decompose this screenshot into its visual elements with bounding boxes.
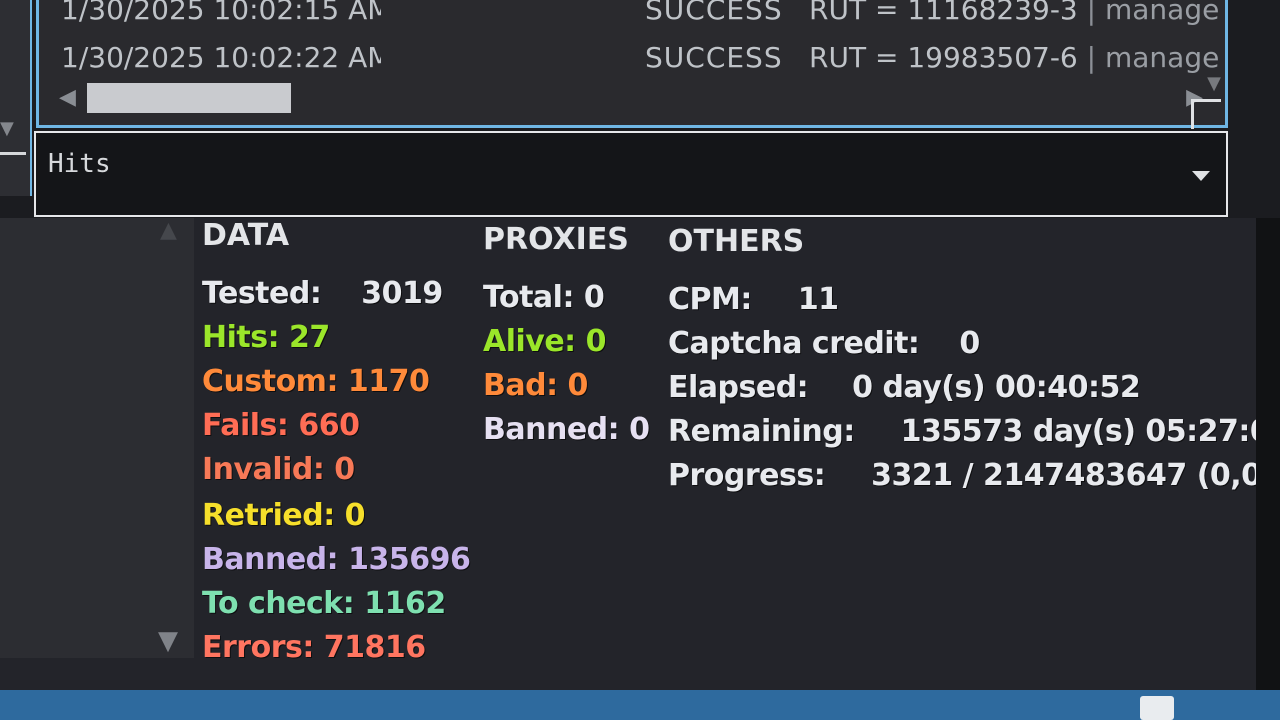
log-status: SUCCESS [645,41,783,74]
log-data-value: RUT = 11168239-3 [809,0,1078,26]
stat-captcha-label: Captcha credit: [668,326,920,361]
log-data: RUT = 19983507-6 | manage [809,41,1219,74]
manage-link[interactable]: manage [1105,41,1219,74]
stat-progress: Progress: 3321 / 2147483647 (0,00%) [668,458,1280,493]
stat-retried: Retried: 0 [202,498,366,533]
stat-proxies-total: Total: 0 [483,280,605,315]
horizontal-scrollbar[interactable]: ◀ ▶ [53,83,1209,113]
log-row[interactable]: 1/30/2025 10:02:22 AM SUCCESS RUT = 1998… [39,41,1225,81]
window-edge [1256,218,1280,720]
stat-remaining-label: Remaining: [668,414,855,449]
stat-fails: Fails: 660 [202,408,360,443]
dropdown-selected-value: Hits [48,149,111,179]
log-separator: | [1086,0,1097,26]
stat-to-check: To check: 1162 [202,586,446,621]
manage-link[interactable]: manage [1105,0,1219,26]
stat-hits: Hits: 27 [202,320,330,355]
notification-icon[interactable] [1140,696,1174,720]
stat-proxies-banned: Banned: 0 [483,412,650,447]
stat-remaining: Remaining: 135573 day(s) 05:27:07 [668,414,1280,449]
stat-invalid: Invalid: 0 [202,452,355,487]
stat-proxies-bad: Bad: 0 [483,368,588,403]
log-row[interactable]: 1/30/2025 10:02:15 AM SUCCESS RUT = 1116… [39,0,1225,33]
log-separator: | [1086,41,1097,74]
stat-elapsed-label: Elapsed: [668,370,809,405]
log-time: 1/30/2025 10:02:22 AM [61,41,381,74]
log-grid[interactable]: 1/30/2025 10:02:15 AM SUCCESS RUT = 1116… [36,0,1228,129]
stat-progress-label: Progress: [668,458,826,493]
stat-errors: Errors: 71816 [202,630,426,665]
stat-tested: Tested: 3019 [202,276,443,311]
divider [0,152,26,155]
stat-cpm-value: 11 [797,282,839,317]
log-data: RUT = 11168239-3 | manage [809,0,1219,26]
log-status: SUCCESS [645,0,783,26]
stat-tested-value: 3019 [361,276,443,311]
others-heading: OTHERS [668,224,805,259]
stat-custom: Custom: 1170 [202,364,430,399]
scroll-left-icon[interactable]: ◀ [59,85,76,110]
stat-remaining-value: 135573 day(s) 05:27:07 [900,414,1280,449]
chevron-down-icon[interactable] [1192,171,1210,181]
stat-proxies-alive: Alive: 0 [483,324,607,359]
stat-elapsed-value: 0 day(s) 00:40:52 [852,370,1141,405]
stat-tested-label: Tested: [202,276,322,311]
stat-progress-value: 3321 / 2147483647 (0,00%) [871,458,1280,493]
side-scroll-panel: ▲ ▼ [0,218,194,658]
stat-cpm-label: CPM: [668,282,752,317]
log-data-value: RUT = 19983507-6 [809,41,1078,74]
taskbar [0,690,1280,720]
scrollbar-thumb[interactable] [87,83,291,113]
stat-cpm: CPM: 11 [668,282,839,317]
resize-corner[interactable] [1191,99,1221,129]
scroll-up-icon[interactable]: ▲ [160,218,177,243]
stats-panel: ▲ ▼ DATA Tested: 3019 Hits: 27 Custom: 1… [0,218,1280,720]
output-type-dropdown[interactable]: Hits [34,131,1228,217]
chevron-down-icon[interactable]: ▼ [0,118,14,139]
data-heading: DATA [202,218,290,253]
log-time: 1/30/2025 10:02:15 AM [61,0,381,26]
stat-elapsed: Elapsed: 0 day(s) 00:40:52 [668,370,1141,405]
scroll-down-icon[interactable]: ▼ [158,626,178,656]
stat-captcha: Captcha credit: 0 [668,326,980,361]
proxies-heading: PROXIES [483,222,629,257]
left-panel-edge: ▼ [0,0,32,196]
stat-banned: Banned: 135696 [202,542,471,577]
stat-captcha-value: 0 [959,326,980,361]
scroll-down-icon[interactable]: ▼ [1207,73,1221,94]
